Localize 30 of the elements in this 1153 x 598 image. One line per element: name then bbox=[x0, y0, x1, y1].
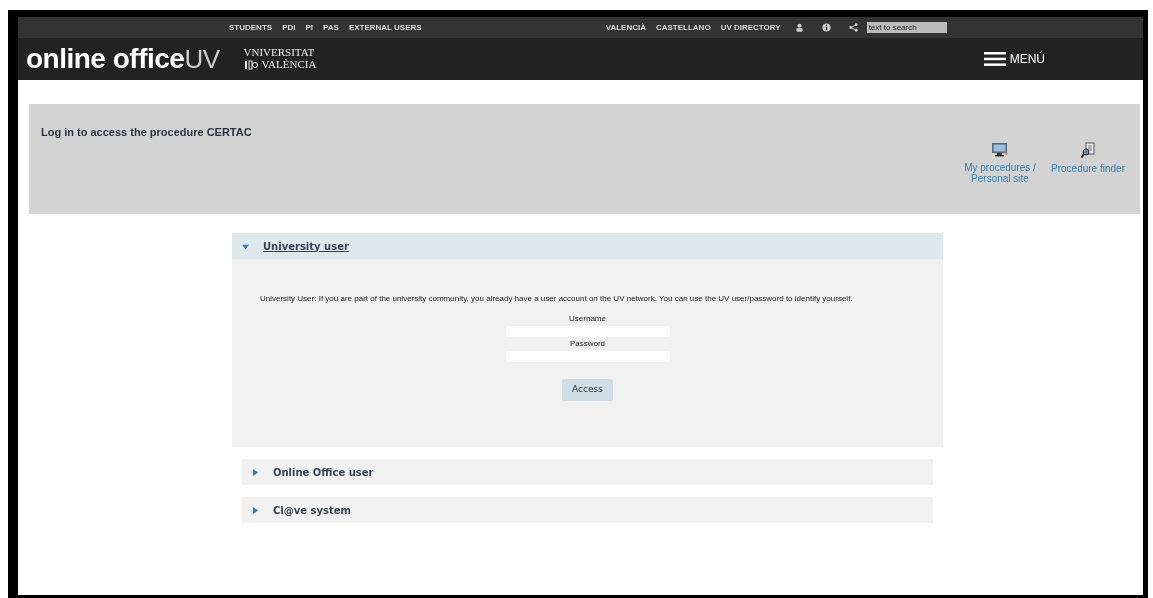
nav-link[interactable]: PAS bbox=[323, 21, 339, 34]
description-text: University User: If you are part of the university community, you already have a user account on the UV network. You can use the UV user/password to identify yourself. bbox=[259, 293, 854, 305]
caret-icon bbox=[252, 506, 259, 514]
share-icon[interactable] bbox=[848, 23, 858, 32]
nav-link[interactable]: STUDENTS bbox=[229, 21, 273, 34]
logo[interactable]: online officeUV bbox=[26, 45, 220, 73]
field-label: Username bbox=[569, 313, 606, 325]
accordion-header[interactable]: Online Office user bbox=[242, 459, 933, 485]
university-name: VNIVERSITAT bbox=[243, 47, 316, 59]
university-name: VALÈNCIA bbox=[261, 59, 317, 71]
accordion-header[interactable]: University user bbox=[232, 233, 943, 259]
field-label: Password bbox=[569, 338, 606, 350]
info-icon[interactable] bbox=[821, 23, 831, 32]
user-icon[interactable] bbox=[794, 23, 804, 32]
accordion-header[interactable]: Cl@ve system bbox=[242, 497, 933, 523]
search-field[interactable]: text to search bbox=[866, 22, 947, 33]
access-button[interactable]: Access bbox=[562, 379, 613, 401]
menu-icon bbox=[983, 52, 1006, 66]
nav-link[interactable]: VALENCIÀ bbox=[605, 21, 646, 34]
nav-link[interactable]: PDI bbox=[282, 21, 296, 34]
caret-icon bbox=[252, 468, 259, 476]
nav-link[interactable]: PI bbox=[305, 21, 314, 34]
page-title: Log in to access the procedure CERTAC bbox=[41, 125, 252, 140]
monitor-icon bbox=[991, 142, 1009, 158]
caret-icon bbox=[242, 242, 249, 250]
nav-link[interactable]: EXTERNAL USERS bbox=[348, 21, 422, 34]
document-search-icon bbox=[1081, 142, 1095, 159]
nav-link[interactable]: UV DIRECTORY bbox=[720, 21, 781, 34]
nav-link[interactable]: CASTELLANO bbox=[655, 21, 711, 34]
menu-button[interactable]: MENÚ bbox=[983, 50, 1045, 68]
